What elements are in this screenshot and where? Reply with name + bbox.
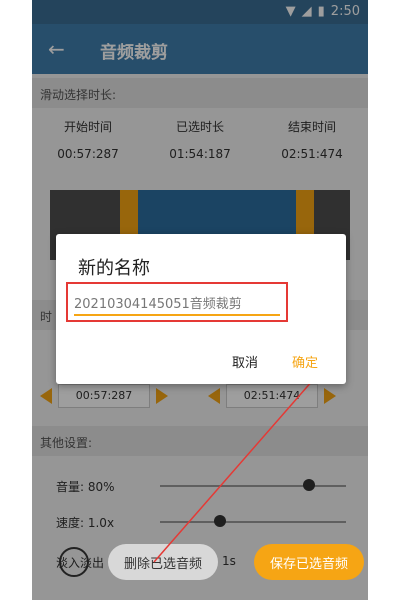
- input-highlight: [66, 282, 288, 322]
- dialog-title: 新的名称: [78, 258, 150, 279]
- rename-dialog: 新的名称 取消 确定: [56, 234, 346, 384]
- cancel-button[interactable]: 取消: [232, 352, 258, 371]
- name-input[interactable]: [74, 290, 280, 316]
- ok-button[interactable]: 确定: [292, 352, 318, 371]
